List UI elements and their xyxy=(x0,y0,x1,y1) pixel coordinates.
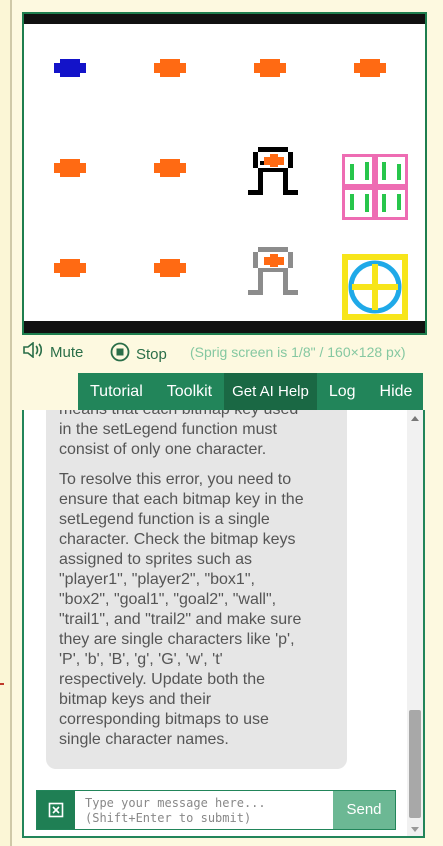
attach-error-button[interactable] xyxy=(37,791,75,829)
attach-icon xyxy=(48,802,64,818)
tab-hide[interactable]: Hide xyxy=(368,373,425,411)
game-screen[interactable] xyxy=(22,12,427,335)
ai-message-paragraph: To resolve this error, you need to ensur… xyxy=(59,471,304,748)
stop-label: Stop xyxy=(136,345,167,363)
trail-sprite xyxy=(334,34,406,106)
game-controls: Mute Stop (Sprig screen is 1/8" / 160×12… xyxy=(22,341,432,366)
ai-help-panel: means that each bitmap key used in the s… xyxy=(22,410,425,838)
trail-sprite xyxy=(134,234,206,306)
scroll-thumb[interactable] xyxy=(409,710,421,818)
chat-input-bar: Type your message here... (Shift+Enter t… xyxy=(36,790,396,830)
speaker-icon xyxy=(22,341,44,362)
player-sprite-black xyxy=(246,141,302,203)
scroll-up-icon[interactable] xyxy=(411,416,419,421)
trail-sprite xyxy=(234,34,306,106)
help-tabs: Tutorial Toolkit Get AI Help Log Hide xyxy=(78,373,423,411)
goal-sprite-pink xyxy=(339,151,411,223)
player-sprite-gray xyxy=(246,241,302,303)
trail-sprite xyxy=(134,134,206,206)
message-input[interactable]: Type your message here... (Shift+Enter t… xyxy=(85,796,266,826)
chat-scrollbar[interactable] xyxy=(407,410,423,836)
trail-sprite xyxy=(34,134,106,206)
goal-sprite-yellow xyxy=(342,254,408,320)
trail-sprite xyxy=(134,34,206,106)
ai-message-paragraph: means that each bitmap key used in the s… xyxy=(59,410,298,458)
screen-size-hint: (Sprig screen is 1/8" / 160×128 px) xyxy=(190,344,406,360)
mute-label: Mute xyxy=(50,343,84,361)
game-canvas[interactable] xyxy=(24,24,425,321)
ai-message-bubble: means that each bitmap key used in the s… xyxy=(46,410,347,769)
trail-sprite xyxy=(34,234,106,306)
scroll-down-icon[interactable] xyxy=(411,827,419,832)
tab-tutorial[interactable]: Tutorial xyxy=(78,373,155,411)
tab-log[interactable]: Log xyxy=(317,373,368,411)
stop-icon xyxy=(110,342,130,366)
player-sprite-blue xyxy=(34,34,106,106)
tab-get-ai-help[interactable]: Get AI Help xyxy=(224,373,317,411)
mute-button[interactable]: Mute xyxy=(22,341,84,362)
error-marker xyxy=(0,683,4,685)
left-panel-edge xyxy=(0,0,12,846)
send-button[interactable]: Send xyxy=(333,791,395,829)
tab-toolkit[interactable]: Toolkit xyxy=(155,373,224,411)
stop-button[interactable]: Stop xyxy=(110,342,167,366)
